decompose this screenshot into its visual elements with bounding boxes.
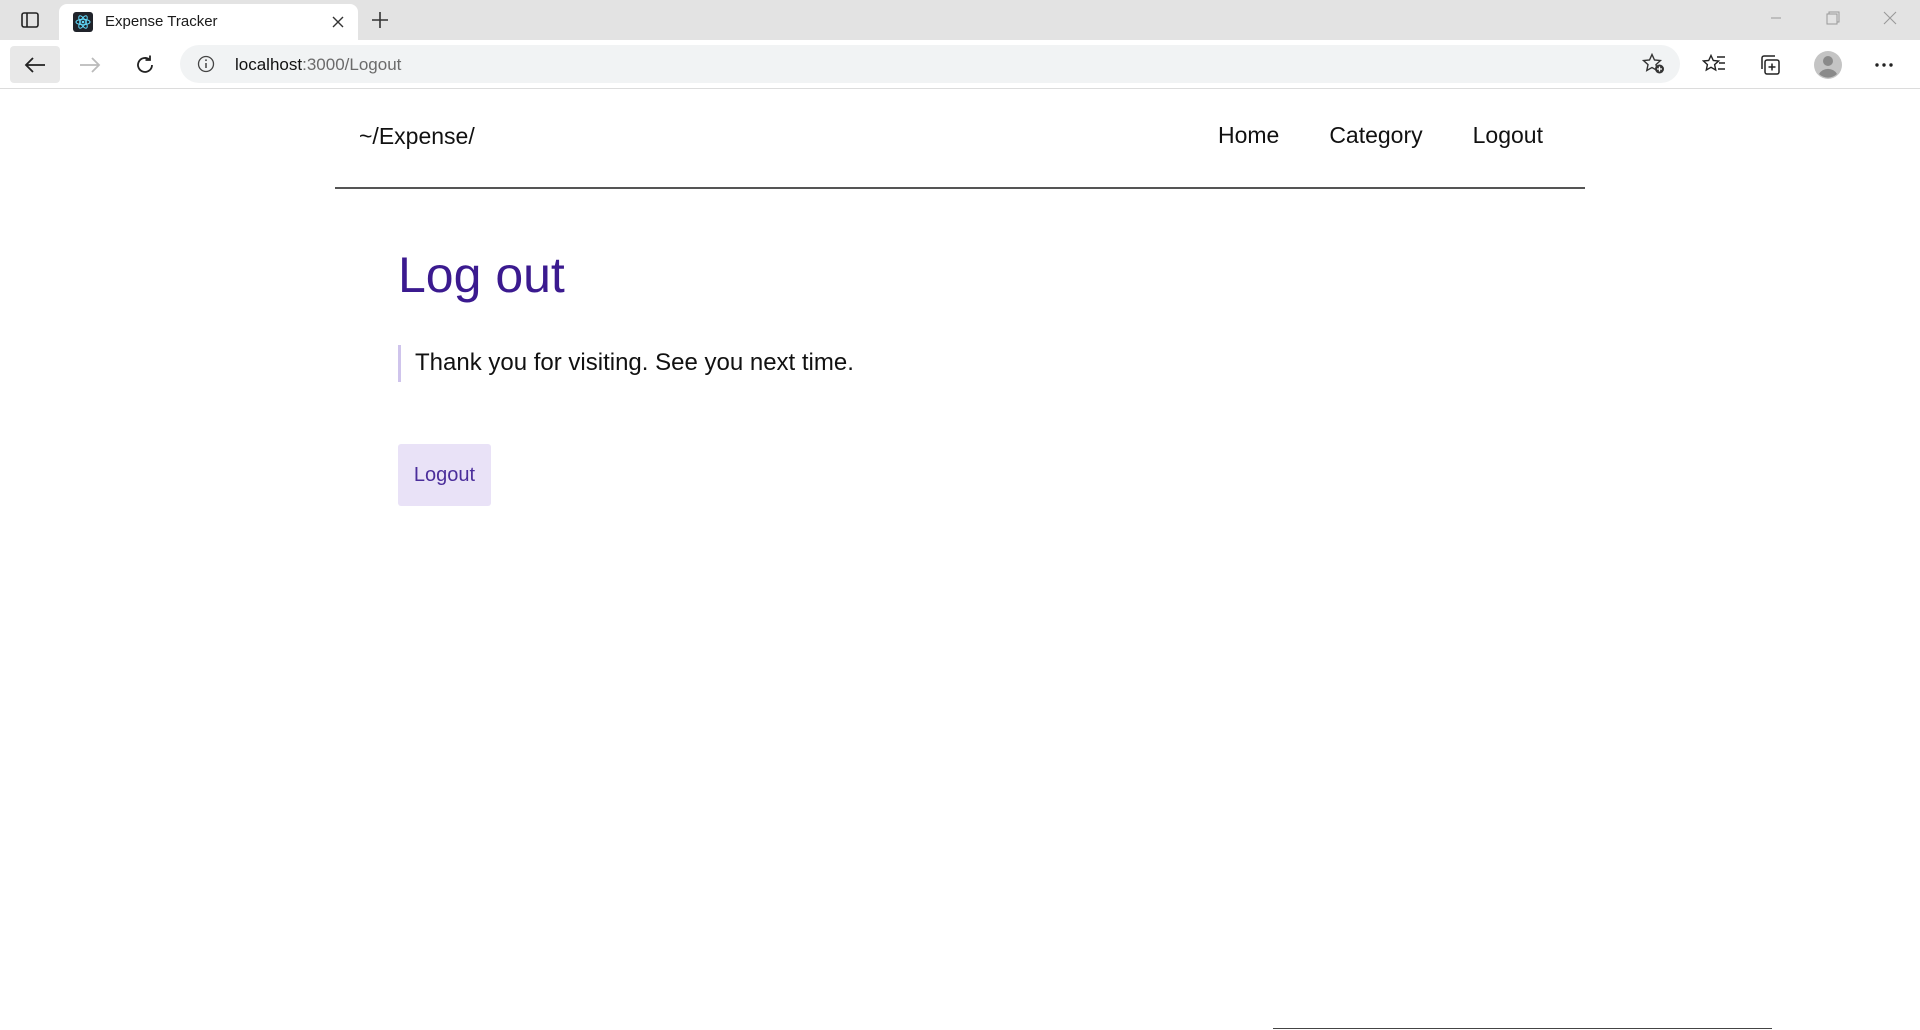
favorites-button[interactable] [1694, 46, 1734, 83]
farewell-message: Thank you for visiting. See you next tim… [398, 345, 854, 382]
close-window-icon [1883, 11, 1897, 25]
restore-icon [1826, 11, 1840, 25]
main-content: Log out Thank you for visiting. See you … [398, 247, 1498, 506]
restore-button[interactable] [1805, 0, 1861, 36]
url-text[interactable]: localhost:3000/Logout [235, 55, 401, 75]
page-viewport: ~/Expense/ Home Category Logout Log out … [0, 90, 1920, 1030]
page-title: Log out [398, 247, 565, 303]
profile-button[interactable] [1808, 46, 1848, 83]
url-path: :3000/Logout [302, 55, 402, 74]
refresh-button[interactable] [120, 46, 170, 83]
star-plus-icon [1642, 53, 1664, 74]
minimize-button[interactable] [1748, 0, 1804, 36]
browser-tab-expense-tracker[interactable]: Expense Tracker [59, 4, 358, 40]
more-button[interactable] [1864, 46, 1904, 83]
favorites-list-icon [1702, 53, 1725, 71]
collections-icon [1761, 54, 1780, 75]
site-brand[interactable]: ~/Expense/ [359, 123, 475, 150]
new-tab-button[interactable] [366, 6, 394, 34]
arrow-left-icon [24, 56, 45, 73]
nav-link-category[interactable]: Category [1329, 122, 1422, 149]
refresh-icon [137, 55, 153, 73]
back-button[interactable] [10, 46, 60, 83]
collections-button[interactable] [1750, 46, 1790, 83]
more-icon [1875, 62, 1893, 67]
nav-link-logout[interactable]: Logout [1473, 122, 1543, 149]
logout-button[interactable]: Logout [398, 444, 491, 506]
forward-button[interactable] [65, 46, 115, 83]
browser-tab-bar: Expense Tracker [0, 0, 1920, 40]
close-window-button[interactable] [1862, 0, 1918, 36]
site-header: ~/Expense/ Home Category Logout [335, 90, 1585, 189]
tab-title: Expense Tracker [105, 13, 218, 30]
address-bar[interactable]: localhost:3000/Logout [180, 45, 1680, 83]
minimize-icon [1771, 17, 1781, 19]
nav-link-home[interactable]: Home [1218, 122, 1279, 149]
tab-actions-button[interactable] [14, 8, 46, 32]
close-icon [332, 16, 344, 28]
browser-toolbar: localhost:3000/Logout [0, 40, 1920, 89]
add-favorite-button[interactable] [1640, 51, 1668, 77]
info-icon[interactable] [196, 54, 216, 74]
avatar-icon [1814, 50, 1842, 79]
plus-icon [372, 12, 388, 28]
arrow-right-icon [80, 56, 101, 73]
react-atom-icon [73, 12, 93, 32]
url-host: localhost [235, 55, 303, 74]
main-nav: Home Category Logout [1218, 122, 1543, 149]
divider [1273, 1028, 1772, 1029]
tab-close-button[interactable] [326, 10, 350, 34]
tab-actions-icon [21, 12, 39, 28]
